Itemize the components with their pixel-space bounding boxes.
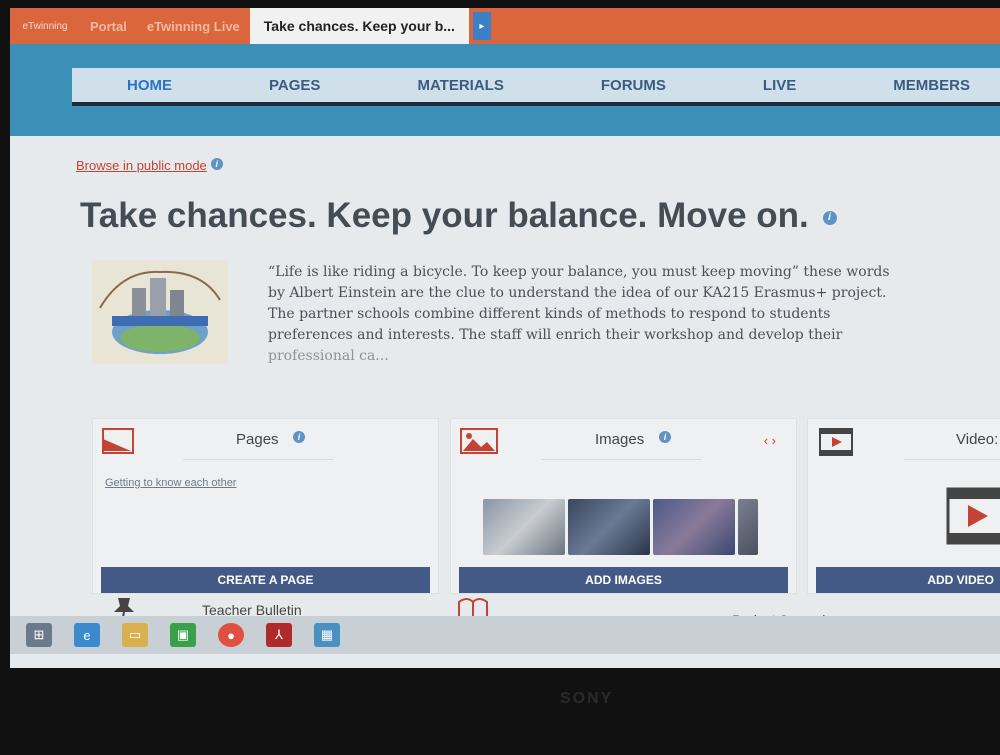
images-panel: Images i ‹ › ADD IMAGES (450, 418, 797, 594)
windows-taskbar: ⊞ e ▭ ▣ ● ⅄ ▦ (10, 616, 1000, 654)
images-divider (541, 459, 701, 460)
nav-materials[interactable]: MATERIALS (417, 77, 503, 94)
images-info-icon[interactable]: i (659, 431, 671, 443)
chrome-icon[interactable]: ● (218, 623, 244, 647)
project-logo-image (92, 260, 228, 364)
tab-bar: eTwinning Portal eTwinning Live Take cha… (10, 8, 1000, 44)
main-nav: HOME PAGES MATERIALS FORUMS LIVE MEMBERS (72, 68, 1000, 106)
pages-link[interactable]: Getting to know each other (105, 477, 236, 489)
etwinning-logo[interactable]: eTwinning (10, 8, 80, 44)
images-thumbnails (483, 499, 758, 555)
app-icon[interactable]: ▦ (314, 623, 340, 647)
internet-explorer-icon[interactable]: e (74, 623, 100, 647)
images-title: Images (595, 431, 645, 448)
images-carousel-arrows[interactable]: ‹ › (764, 433, 776, 448)
nav-home[interactable]: HOME (127, 77, 172, 94)
acrobat-icon[interactable]: ⅄ (266, 623, 292, 647)
tab-portal[interactable]: Portal (80, 8, 137, 44)
pages-title: Pages (236, 431, 279, 448)
videos-title: Video: (956, 431, 999, 448)
pages-divider (183, 459, 333, 460)
add-video-button[interactable]: ADD VIDEO (816, 567, 1000, 593)
image-thumbnail[interactable] (568, 499, 650, 555)
file-explorer-icon[interactable]: ▭ (122, 623, 148, 647)
page-title: Take chances. Keep your balance. Move on… (80, 196, 837, 236)
laptop-brand: SONY (560, 690, 614, 707)
header-band: HOME PAGES MATERIALS FORUMS LIVE MEMBERS (10, 44, 1000, 136)
videos-divider (904, 459, 1000, 460)
nav-members[interactable]: MEMBERS (893, 77, 970, 94)
images-icon (460, 428, 498, 454)
nav-pages[interactable]: PAGES (269, 77, 320, 94)
page-title-text: Take chances. Keep your balance. Move on… (80, 196, 809, 235)
nav-live[interactable]: LIVE (763, 77, 796, 94)
nav-forums[interactable]: FORUMS (601, 77, 666, 94)
windows-start-icon[interactable]: ⊞ (26, 623, 52, 647)
description-faded: professional ca... (268, 348, 389, 364)
browse-public-link[interactable]: Browse in public mode i (76, 158, 223, 173)
video-placeholder-icon (946, 487, 1000, 545)
tab-scroll-right-icon[interactable]: ▸ (472, 12, 491, 40)
description-text: “Life is like riding a bicycle. To keep … (268, 264, 890, 343)
pages-icon (102, 428, 134, 454)
store-icon[interactable]: ▣ (170, 623, 196, 647)
pages-info-icon[interactable]: i (293, 431, 305, 443)
browser-screen: eTwinning Portal eTwinning Live Take cha… (10, 8, 1000, 668)
video-icon (819, 428, 853, 456)
image-thumbnail[interactable] (483, 499, 565, 555)
info-icon[interactable]: i (210, 158, 223, 170)
project-description: “Life is like riding a bicycle. To keep … (268, 262, 908, 367)
tab-etwinning-live[interactable]: eTwinning Live (137, 8, 250, 44)
tab-project-active[interactable]: Take chances. Keep your b... (249, 8, 469, 44)
image-thumbnail[interactable] (653, 499, 735, 555)
add-images-button[interactable]: ADD IMAGES (459, 567, 788, 593)
create-page-button[interactable]: CREATE A PAGE (101, 567, 430, 593)
pages-panel: Pages i Getting to know each other CREAT… (92, 418, 439, 594)
image-thumbnail[interactable] (738, 499, 758, 555)
videos-panel: Video: ADD VIDEO (807, 418, 1000, 594)
browse-public-label[interactable]: Browse in public mode (76, 158, 207, 173)
main-content: Browse in public mode i Take chances. Kee… (10, 136, 1000, 668)
title-info-icon[interactable]: i (822, 210, 837, 225)
